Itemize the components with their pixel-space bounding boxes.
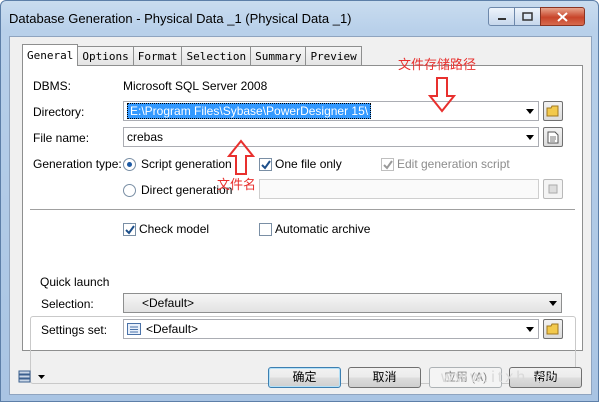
check-model-checkbox[interactable] xyxy=(123,223,136,236)
watermark: www.itxh.cc xyxy=(441,369,558,386)
connect-icon xyxy=(548,184,558,194)
tab-preview[interactable]: Preview xyxy=(305,46,362,66)
minimize-icon xyxy=(497,17,506,20)
direct-generation-radio[interactable] xyxy=(123,184,136,197)
options-menu-button[interactable] xyxy=(18,367,52,387)
directory-label: Directory: xyxy=(33,105,85,119)
check-icon xyxy=(125,225,135,235)
document-icon xyxy=(547,131,559,143)
chevron-down-icon[interactable] xyxy=(521,320,538,338)
title-bar: Database Generation - Physical Data _1 (… xyxy=(1,1,598,37)
window-title: Database Generation - Physical Data _1 (… xyxy=(9,11,352,26)
script-generation-radio[interactable] xyxy=(123,158,136,171)
dbms-value: Microsoft SQL Server 2008 xyxy=(123,79,268,93)
tab-options[interactable]: Options xyxy=(77,46,134,66)
check-icon xyxy=(261,160,271,170)
selection-combo[interactable]: <Default> xyxy=(123,293,562,313)
dbms-label: DBMS: xyxy=(33,79,72,93)
edit-generation-script-checkbox[interactable] xyxy=(381,158,394,171)
file-properties-button[interactable] xyxy=(543,127,563,147)
data-source-button[interactable] xyxy=(543,179,563,199)
directory-annotation: 文件存储路径 xyxy=(398,58,477,73)
chevron-down-icon xyxy=(38,375,45,379)
filename-combo[interactable]: crebas xyxy=(123,127,539,147)
general-panel: DBMS: Microsoft SQL Server 2008 Director… xyxy=(22,65,583,384)
automatic-archive-checkbox[interactable] xyxy=(259,223,272,236)
tab-summary[interactable]: Summary xyxy=(250,46,307,66)
chevron-down-icon[interactable] xyxy=(544,294,561,312)
tab-general[interactable]: General xyxy=(22,44,79,66)
ok-button[interactable]: 确定 xyxy=(268,367,341,388)
generation-type-label: Generation type: xyxy=(33,157,122,171)
dialog-window: Database Generation - Physical Data _1 (… xyxy=(0,0,599,402)
minimize-button[interactable] xyxy=(488,7,515,26)
selection-value: <Default> xyxy=(142,296,195,310)
browse-directory-button[interactable] xyxy=(543,101,563,121)
maximize-icon xyxy=(522,12,533,21)
data-source-field[interactable] xyxy=(259,179,539,199)
automatic-archive-label: Automatic archive xyxy=(275,222,371,236)
cancel-button[interactable]: 取消 xyxy=(348,367,421,388)
script-generation-label: Script generation xyxy=(141,157,232,171)
maximize-button[interactable] xyxy=(514,7,541,26)
directory-value: E:\Program Files\Sybase\PowerDesigner 15… xyxy=(127,103,372,119)
quick-launch-title: Quick launch xyxy=(37,275,113,289)
stack-icon xyxy=(18,370,31,383)
chevron-down-icon[interactable] xyxy=(521,102,538,120)
directory-combo[interactable]: E:\Program Files\Sybase\PowerDesigner 15… xyxy=(123,101,539,121)
check-model-label: Check model xyxy=(139,222,210,236)
filename-value: crebas xyxy=(127,130,164,144)
folder-icon xyxy=(546,323,559,335)
dialog-body: General Options Format Selection Summary… xyxy=(9,36,592,395)
close-button[interactable] xyxy=(540,7,585,26)
edit-generation-script-label: Edit generation script xyxy=(397,157,510,171)
settings-set-value: <Default> xyxy=(146,322,199,336)
settings-list-icon xyxy=(127,323,141,335)
chevron-down-icon[interactable] xyxy=(521,128,538,146)
one-file-only-label: One file only xyxy=(275,157,342,171)
folder-icon xyxy=(546,105,559,117)
settings-set-combo[interactable]: <Default> xyxy=(123,319,539,339)
browse-settings-button[interactable] xyxy=(543,319,563,339)
separator xyxy=(30,209,575,211)
one-file-only-checkbox[interactable] xyxy=(259,158,272,171)
filename-annotation: 文件名 xyxy=(217,178,257,193)
check-icon xyxy=(383,160,393,170)
tab-strip: General Options Format Selection Summary… xyxy=(22,44,362,66)
tab-selection[interactable]: Selection xyxy=(181,46,252,66)
arrow-up-annotation-icon xyxy=(227,139,255,175)
close-icon xyxy=(557,11,568,22)
selection-label: Selection: xyxy=(41,297,94,311)
tab-format[interactable]: Format xyxy=(132,46,183,66)
settings-set-label: Settings set: xyxy=(41,323,108,337)
arrow-down-annotation-icon xyxy=(428,77,456,113)
filename-label: File name: xyxy=(33,131,90,145)
